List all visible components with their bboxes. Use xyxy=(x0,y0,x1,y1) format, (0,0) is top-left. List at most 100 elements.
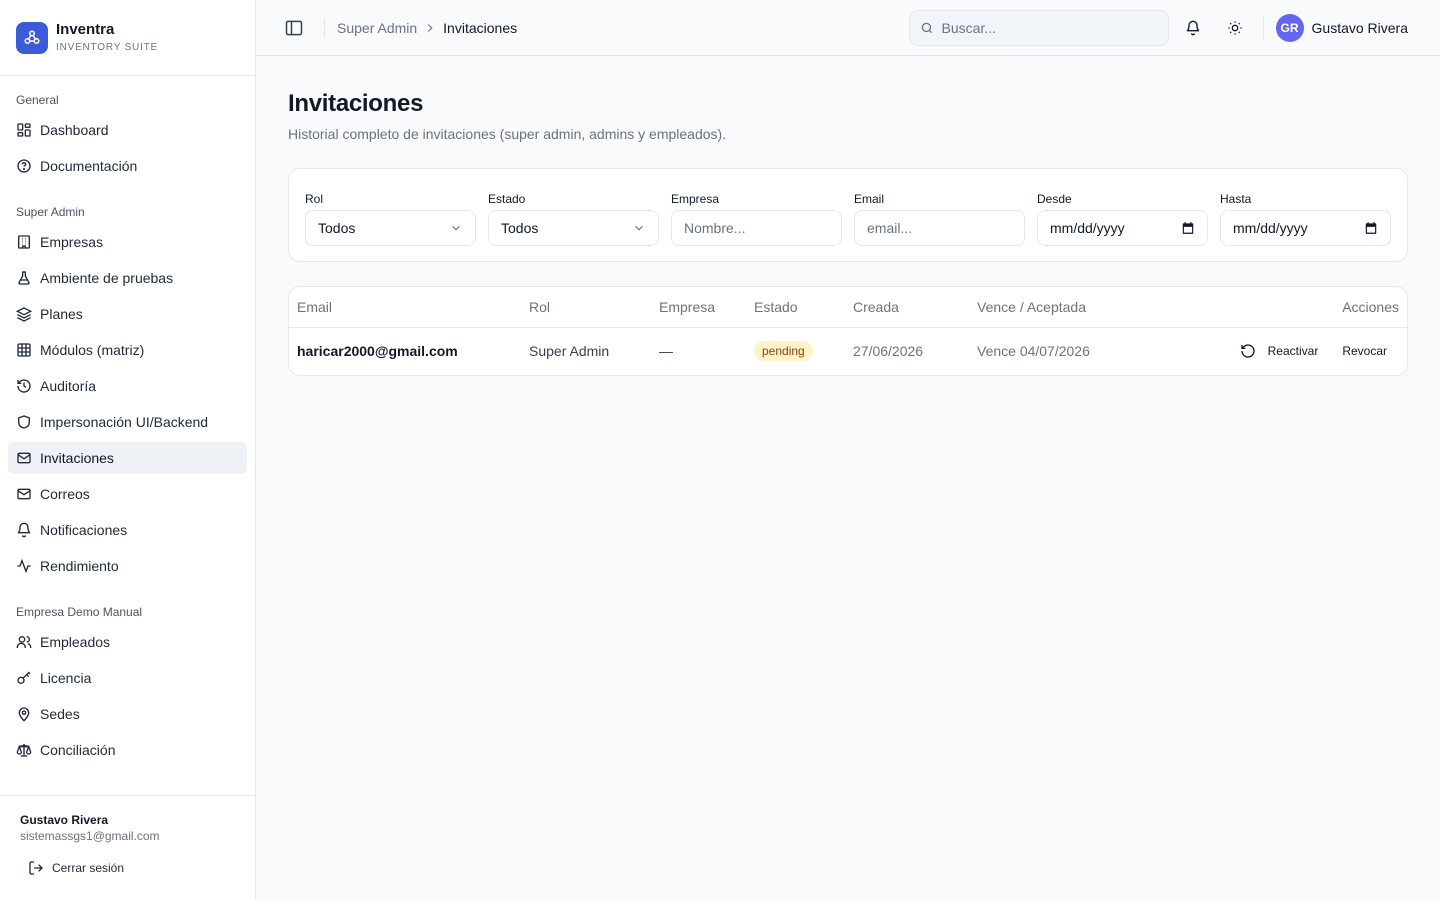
sidebar-item-label: Documentación xyxy=(40,158,138,174)
footer-user-name: Gustavo Rivera xyxy=(20,813,109,827)
calendar-icon[interactable] xyxy=(1364,221,1378,235)
sidebar-item-auditoria[interactable]: Auditoría xyxy=(8,370,247,402)
cell-rol: Super Admin xyxy=(529,343,610,360)
filter-label: Rol xyxy=(305,192,324,206)
empresa-input[interactable] xyxy=(684,220,829,236)
cell-estado: pending xyxy=(746,327,845,375)
history-icon xyxy=(17,379,31,393)
column-header-empresa: Empresa xyxy=(651,287,746,328)
sidebar-item-label: Sedes xyxy=(40,706,80,722)
panel-left-icon xyxy=(285,20,303,35)
sun-icon xyxy=(1227,20,1242,35)
help-circle-icon xyxy=(17,159,31,173)
invitations-table-container: Email Rol Empresa Estado Creada Vence / … xyxy=(288,286,1408,376)
sidebar-item-label: Módulos (matriz) xyxy=(40,342,145,358)
column-header-creada: Creada xyxy=(845,287,969,328)
sidebar-item-label: Auditoría xyxy=(40,378,97,394)
filters-panel: Rol Todos Estado Todos Empresa Email xyxy=(288,168,1408,262)
sidebar-item-label: Planes xyxy=(40,306,83,322)
brand-subtitle: INVENTORY SUITE xyxy=(56,42,159,53)
logout-button[interactable]: Cerrar sesión xyxy=(28,858,235,878)
sidebar-nav: General Dashboard Documentación Super Ad… xyxy=(0,90,255,766)
filter-label: Desde xyxy=(1037,192,1072,206)
sidebar-item-empleados[interactable]: Empleados xyxy=(8,626,247,658)
sidebar-item-label: Dashboard xyxy=(40,122,109,138)
rotate-ccw-icon xyxy=(1240,344,1255,358)
shield-icon xyxy=(18,415,30,429)
divider xyxy=(1262,15,1264,40)
sidebar-item-impersonacion[interactable]: Impersonación UI/Backend xyxy=(8,406,247,438)
rol-select[interactable]: Todos xyxy=(305,210,476,246)
estado-select-value: Todos xyxy=(501,220,539,236)
theme-toggle-button[interactable] xyxy=(1219,12,1251,44)
reactivar-button[interactable]: Reactivar xyxy=(1228,337,1331,365)
breadcrumb-item-super-admin[interactable]: Super Admin xyxy=(337,20,417,36)
bell-icon xyxy=(1186,20,1199,35)
sidebar-item-label: Correos xyxy=(40,486,90,502)
cell-email: haricar2000@gmail.com xyxy=(297,343,458,360)
filter-estado: Estado Todos xyxy=(488,191,659,261)
bell-icon xyxy=(17,522,31,538)
revocar-button[interactable]: Revocar xyxy=(1330,337,1399,365)
sidebar-item-notificaciones[interactable]: Notificaciones xyxy=(8,514,247,546)
filter-label: Estado xyxy=(488,192,526,206)
status-badge: pending xyxy=(754,341,813,362)
topbar-actions: GR Gustavo Rivera xyxy=(908,9,1408,46)
estado-select[interactable]: Todos xyxy=(488,210,659,246)
sidebar-item-empresas[interactable]: Empresas xyxy=(8,226,247,258)
filter-hasta: Hasta mm/dd/yyyy xyxy=(1220,191,1391,261)
column-header-acciones: Acciones xyxy=(1209,287,1407,328)
desde-date-field[interactable]: mm/dd/yyyy xyxy=(1037,210,1208,246)
cell-empresa: — xyxy=(659,343,673,360)
sidebar-item-planes[interactable]: Planes xyxy=(8,298,247,330)
sidebar-item-invitaciones[interactable]: Invitaciones xyxy=(8,442,247,474)
sidebar-item-label: Empleados xyxy=(40,634,111,650)
sidebar-item-dashboard[interactable]: Dashboard xyxy=(8,114,247,146)
grid-table-icon xyxy=(17,343,31,357)
column-header-email: Email xyxy=(289,287,521,328)
cell-acciones: Reactivar Revocar xyxy=(1209,327,1407,375)
rol-select-value: Todos xyxy=(318,220,356,236)
sidebar-item-sedes[interactable]: Sedes xyxy=(8,698,247,730)
sidebar-item-rendimiento[interactable]: Rendimiento xyxy=(8,550,247,582)
sidebar-item-label: Invitaciones xyxy=(40,450,114,466)
notifications-button[interactable] xyxy=(1177,12,1209,44)
sidebar-item-licencia[interactable]: Licencia xyxy=(8,662,247,694)
calendar-icon[interactable] xyxy=(1181,221,1195,235)
filter-label: Hasta xyxy=(1220,192,1252,206)
sidebar-item-conciliacion[interactable]: Conciliación xyxy=(8,734,247,766)
sidebar-item-label: Impersonación UI/Backend xyxy=(40,414,209,430)
search-input[interactable] xyxy=(941,19,1142,36)
filter-empresa: Empresa xyxy=(671,191,842,261)
sidebar-item-correos[interactable]: Correos xyxy=(8,478,247,510)
invitations-table: Email Rol Empresa Estado Creada Vence / … xyxy=(289,287,1407,375)
sidebar-item-modulos[interactable]: Módulos (matriz) xyxy=(8,334,247,366)
brand[interactable]: Inventra INVENTORY SUITE xyxy=(0,0,255,76)
email-field[interactable] xyxy=(854,210,1025,246)
sidebar-item-ambiente-pruebas[interactable]: Ambiente de pruebas xyxy=(8,262,247,294)
filter-desde: Desde mm/dd/yyyy xyxy=(1037,191,1208,261)
sidebar-toggle-button[interactable] xyxy=(284,18,304,38)
chevron-down-icon xyxy=(452,225,460,231)
empresa-field[interactable] xyxy=(671,210,842,246)
sidebar: Inventra INVENTORY SUITE General Dashboa… xyxy=(0,0,256,900)
search-box[interactable] xyxy=(908,9,1169,46)
filter-label: Email xyxy=(854,192,885,206)
sidebar-item-label: Empresas xyxy=(40,234,104,250)
breadcrumb: Super Admin Invitaciones xyxy=(337,20,517,36)
topbar: Super Admin Invitaciones GR Gustavo Rive… xyxy=(256,0,1440,56)
user-menu[interactable]: GR Gustavo Rivera xyxy=(1275,13,1408,42)
email-input[interactable] xyxy=(867,220,1012,236)
reactivar-label: Reactivar xyxy=(1267,344,1319,359)
revocar-label: Revocar xyxy=(1342,344,1387,359)
footer-user-email: sistemassgs1@gmail.com xyxy=(20,829,160,843)
nav-section-title: Super Admin xyxy=(16,205,85,219)
desde-date-value: mm/dd/yyyy xyxy=(1050,220,1125,236)
hasta-date-field[interactable]: mm/dd/yyyy xyxy=(1220,210,1391,246)
scale-icon xyxy=(16,744,32,757)
hasta-date-value: mm/dd/yyyy xyxy=(1233,220,1308,236)
sidebar-item-documentacion[interactable]: Documentación xyxy=(8,150,247,182)
cell-vence: Vence 04/07/2026 xyxy=(977,343,1090,360)
sidebar-footer: Gustavo Rivera sistemassgs1@gmail.com Ce… xyxy=(0,795,255,900)
sidebar-item-label: Conciliación xyxy=(40,742,116,758)
